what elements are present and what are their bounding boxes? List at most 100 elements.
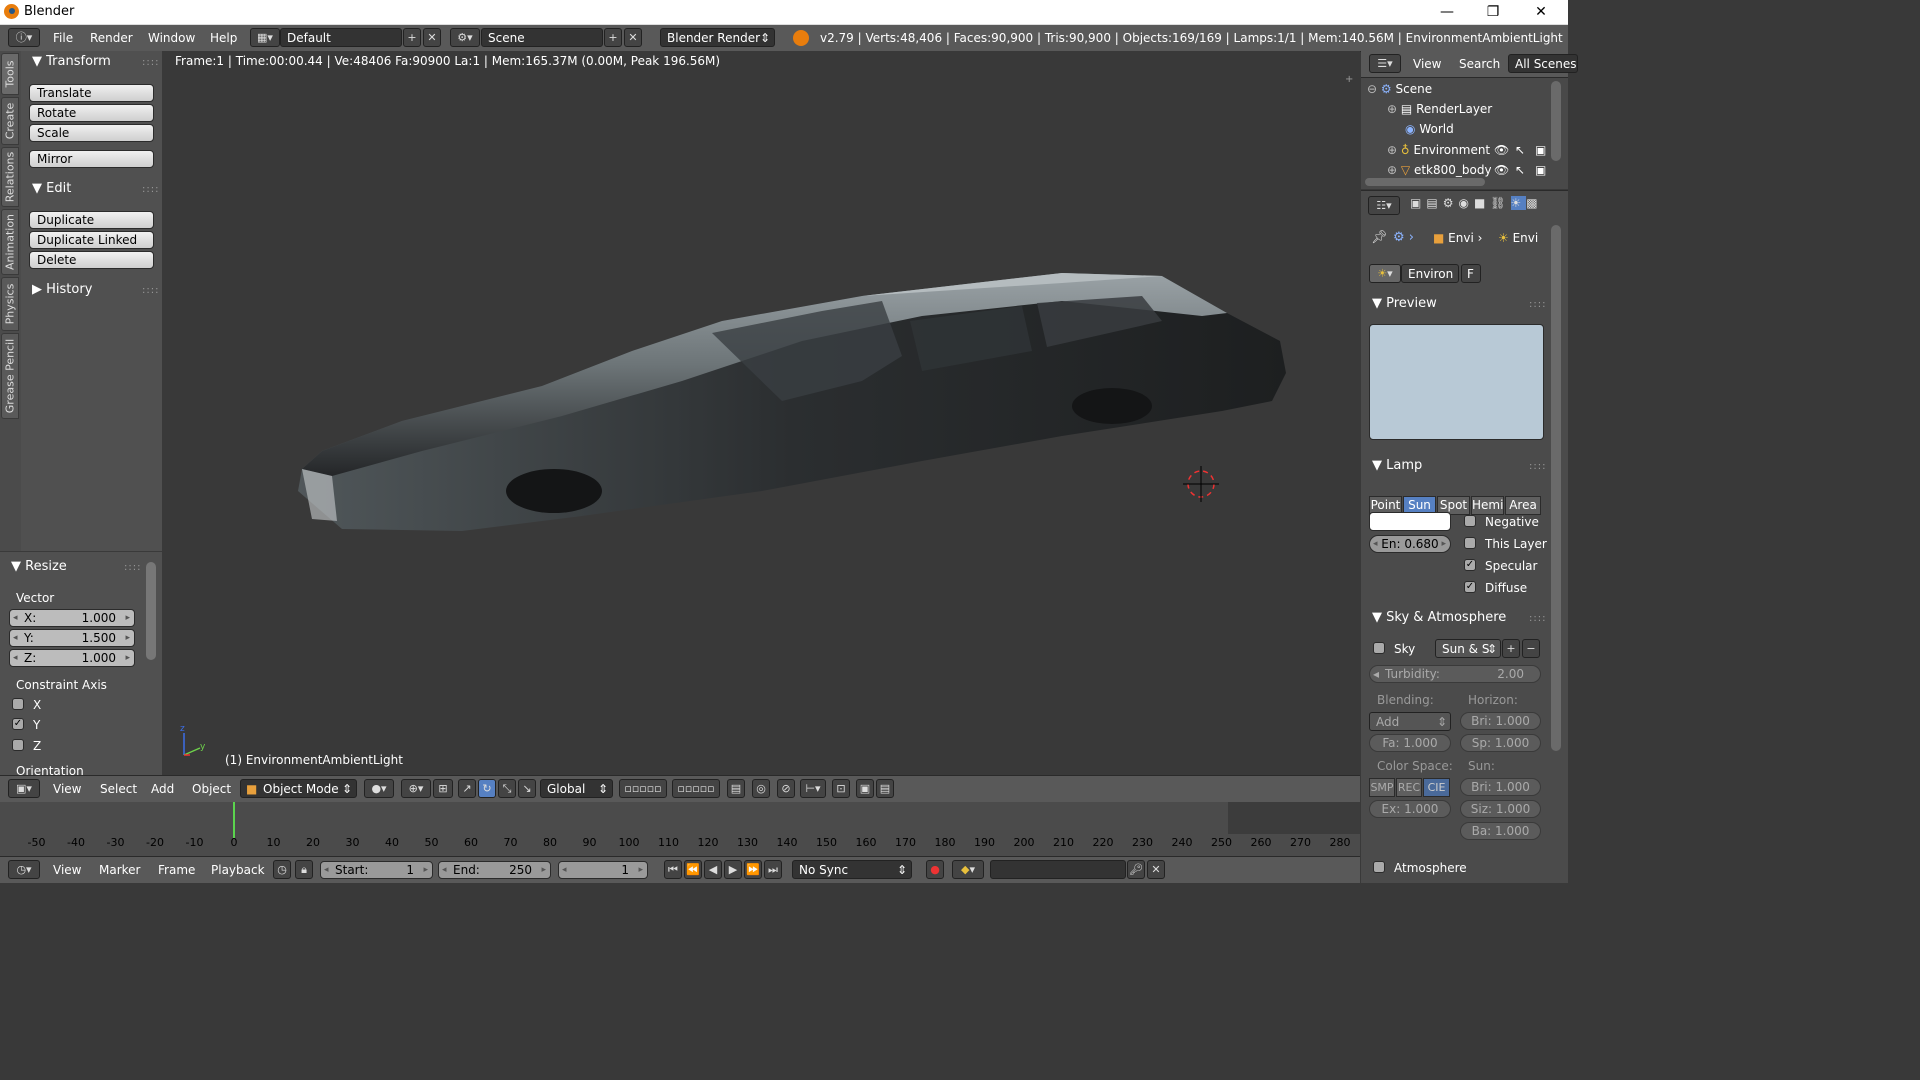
translate-button[interactable]: Translate — [29, 84, 154, 102]
sky-preset-select[interactable]: Sun & S ⇕ — [1435, 639, 1501, 658]
screen-layout-select[interactable]: Default — [280, 28, 402, 47]
panel-grip-icon[interactable]: :::: — [142, 57, 159, 68]
selectable-arrow-icon[interactable]: ↖ — [1515, 143, 1525, 157]
lamp-color-swatch[interactable] — [1369, 512, 1451, 531]
delete-button[interactable]: Delete — [29, 251, 154, 269]
menu-add[interactable]: Add — [151, 782, 174, 796]
remove-preset-icon[interactable]: − — [1522, 639, 1540, 658]
manipulator-extra-icon[interactable]: ↘ — [518, 779, 536, 798]
frame-end-field[interactable]: ◂ End: 250 ▸ — [438, 861, 551, 879]
layers-group-2[interactable]: ▫▫▫▫▫ — [672, 779, 720, 798]
maximize-button[interactable]: ❐ — [1470, 0, 1516, 24]
outliner-hscrollbar[interactable] — [1365, 178, 1485, 186]
collapse-icon[interactable]: ⊖ — [1367, 82, 1377, 96]
render-opengl-icon[interactable]: ▣ — [856, 779, 874, 798]
menu-help[interactable]: Help — [210, 31, 237, 45]
lamp-datablock-name[interactable]: Environ — [1401, 264, 1459, 283]
add-scene-icon[interactable]: + — [604, 28, 622, 47]
prev-keyframe-icon[interactable]: ⏪ — [684, 860, 702, 879]
outliner-vscrollbar[interactable] — [1551, 81, 1561, 161]
expand-icon[interactable]: ⊕ — [1387, 102, 1397, 116]
jump-end-icon[interactable]: ⏭ — [764, 860, 782, 879]
rotate-button[interactable]: Rotate — [29, 104, 154, 122]
properties-scrollbar[interactable] — [1551, 225, 1561, 751]
turbidity-field[interactable]: ◂ Turbidity: 2.00 — [1369, 665, 1541, 683]
3d-viewport[interactable]: z y — [162, 51, 1360, 775]
duplicate-linked-button[interactable]: Duplicate Linked — [29, 231, 154, 249]
play-icon[interactable]: ▶ — [724, 860, 742, 879]
next-keyframe-icon[interactable]: ⏩ — [744, 860, 762, 879]
preview-panel-header[interactable]: ▼ Preview — [1372, 296, 1437, 311]
outliner-menu-search[interactable]: Search — [1459, 57, 1500, 71]
snap-target-icon[interactable]: ⊡ — [832, 779, 850, 798]
tab-animation[interactable]: Animation — [1, 209, 19, 275]
vector-x-field[interactable]: ◂ X: 1.000 ▸ — [9, 609, 135, 627]
negative-checkbox[interactable] — [1464, 515, 1476, 527]
editor-type-timeline-button[interactable]: ◷▾ — [8, 860, 40, 879]
atmosphere-checkbox[interactable] — [1373, 861, 1385, 873]
selectable-arrow-icon[interactable]: ↖ — [1515, 163, 1525, 177]
sky-checkbox[interactable] — [1373, 642, 1385, 654]
menu-window[interactable]: Window — [148, 31, 195, 45]
render-engine-select[interactable]: Blender Render ⇕ — [660, 28, 775, 47]
lock-time-icon[interactable]: 🔒︎ — [295, 860, 313, 879]
panel-grip-icon[interactable]: :::: — [1529, 461, 1546, 472]
scene-tab-icon[interactable]: ⚙ — [1443, 196, 1459, 210]
menu-object[interactable]: Object — [192, 782, 231, 796]
close-button[interactable]: ✕ — [1518, 0, 1564, 24]
editor-type-3dview-button[interactable]: ▣▾ — [8, 779, 40, 798]
tab-relations[interactable]: Relations — [1, 147, 19, 207]
add-preset-icon[interactable]: + — [1502, 639, 1520, 658]
add-screen-icon[interactable]: + — [403, 28, 421, 47]
tab-create[interactable]: Create — [1, 97, 19, 145]
outliner-item-environment[interactable]: ⊕ ♁ Environment — [1387, 143, 1491, 157]
minimize-button[interactable]: — — [1424, 0, 1470, 24]
lamp-data-tab-icon[interactable]: ☀ — [1510, 196, 1527, 210]
scene-select[interactable]: Scene — [481, 28, 603, 47]
transform-orientation-select[interactable]: Global ⇕ — [540, 779, 613, 798]
texture-tab-icon[interactable]: ▩ — [1526, 196, 1542, 210]
fake-user-button[interactable]: F — [1461, 264, 1481, 283]
current-frame-field[interactable]: ◂ 1 ▸ — [558, 861, 648, 879]
outliner-item-world[interactable]: ◉ World — [1405, 122, 1454, 136]
menu-select[interactable]: Select — [100, 782, 137, 796]
editor-type-outliner-button[interactable]: ☰▾ — [1369, 54, 1401, 73]
outliner-display-select[interactable]: All Scenes — [1508, 54, 1578, 73]
color-space-smp[interactable]: SMP — [1369, 778, 1395, 797]
sun-brightness-field[interactable]: Bri: 1.000 — [1460, 778, 1541, 796]
specular-checkbox[interactable]: ✓ — [1464, 559, 1476, 571]
outliner-item-etk800-body[interactable]: ⊕ ▽ etk800_body — [1387, 163, 1491, 177]
expand-icon[interactable]: ⊕ — [1387, 143, 1397, 157]
sync-mode-select[interactable]: No Sync ⇕ — [792, 860, 912, 879]
this-layer-checkbox[interactable] — [1464, 537, 1476, 549]
fa-field[interactable]: Fa: 1.000 — [1369, 734, 1451, 752]
energy-field[interactable]: ◂ En: 0.680 ▸ — [1369, 535, 1451, 553]
sun-size-field[interactable]: Siz: 1.000 — [1460, 800, 1541, 818]
viewport-shading-icon[interactable]: ●▾ — [364, 779, 394, 798]
panel-grip-icon[interactable]: :::: — [142, 285, 159, 296]
lamp-panel-header[interactable]: ▼ Lamp — [1372, 458, 1422, 473]
scale-manipulator-icon[interactable]: ⤡ — [498, 779, 516, 798]
current-frame-marker[interactable] — [233, 802, 235, 838]
layers-group-1[interactable]: ▫▫▫▫▫ — [619, 779, 667, 798]
tab-tools[interactable]: Tools — [1, 53, 19, 95]
render-tab-icon[interactable]: ▣ — [1410, 196, 1426, 210]
mirror-button[interactable]: Mirror — [29, 150, 154, 168]
color-space-rec[interactable]: REC — [1396, 778, 1422, 797]
lamp-type-area[interactable]: Area — [1505, 496, 1541, 515]
timeline-menu-view[interactable]: View — [53, 863, 81, 877]
spread-field[interactable]: Sp: 1.000 — [1460, 734, 1541, 752]
proportional-edit-icon[interactable]: ◎ — [752, 779, 770, 798]
3d-cursor-icon[interactable] — [1183, 466, 1219, 502]
panel-grip-icon[interactable]: :::: — [142, 184, 159, 195]
object-tab-icon[interactable]: ■ — [1474, 196, 1490, 210]
blend-mode-select[interactable]: Add ⇕ — [1369, 712, 1451, 731]
outliner-menu-view[interactable]: View — [1413, 57, 1441, 71]
timeline-menu-frame[interactable]: Frame — [158, 863, 195, 877]
pivot-point-icon[interactable]: ⊕▾ — [401, 779, 431, 798]
auto-keying-icon[interactable]: ● — [926, 860, 944, 879]
panel-grip-icon[interactable]: :::: — [1529, 299, 1546, 310]
menu-render[interactable]: Render — [90, 31, 133, 45]
scene-icon[interactable]: ⚙▾ — [450, 28, 480, 47]
render-anim-icon[interactable]: ▤ — [876, 779, 894, 798]
